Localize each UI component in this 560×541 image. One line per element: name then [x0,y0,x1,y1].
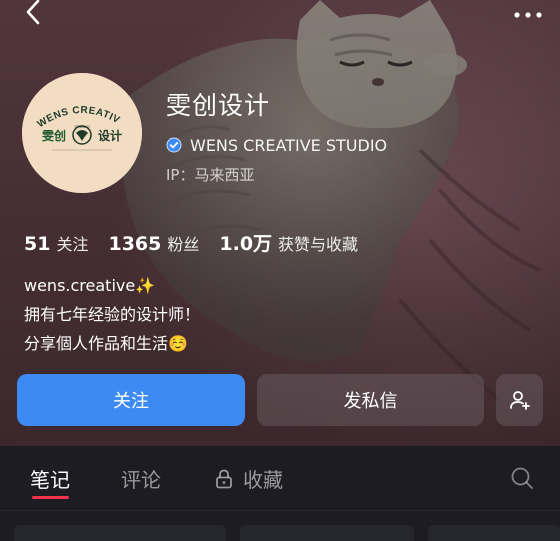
stat-value: 51 [24,233,51,255]
lock-icon [216,469,232,488]
bio-line: 拥有七年经验的设计师！ [24,305,201,324]
verified-row: WENS CREATIVE STUDIO [166,134,387,156]
tab-comments[interactable]: 评论 [121,464,161,493]
active-tab-indicator [32,496,69,499]
avatar[interactable]: WENS CREATIVE STUDIO 雯创 设计 [22,73,142,193]
stat-value: 1.0万 [219,233,273,255]
top-navigation [0,0,560,30]
tab-label: 评论 [121,468,161,492]
note-card[interactable] [428,525,560,541]
add-friend-button[interactable] [496,374,543,426]
stat-value: 1365 [108,233,162,255]
tab-label: 收藏 [243,468,283,492]
bio-line: wens.creative✨ [24,276,156,295]
stat-label: 获赞与收藏 [278,235,359,254]
back-button[interactable] [20,0,48,28]
add-friend-icon [509,391,530,410]
stat-label: 粉丝 [167,235,200,254]
note-card[interactable] [14,525,226,541]
tab-notes[interactable]: 笔记 [30,464,70,493]
note-card[interactable] [240,525,414,541]
ip-location: IP：马来西亚 [166,166,255,184]
tab-divider [0,510,560,511]
stat-label: 关注 [56,235,89,254]
more-dots-icon [514,12,542,18]
send-message-button[interactable]: 发私信 [257,374,484,426]
follow-button[interactable]: 关注 [17,374,245,426]
chevron-left-icon [26,0,40,25]
svg-text:雯创: 雯创 [41,128,66,143]
profile-bio: wens.creative✨ 拥有七年经验的设计师！ 分享個人作品和生活☺️ [24,271,200,358]
verified-badge-icon [166,137,182,153]
profile-name: 雯创设计 [166,91,271,120]
stats-row: 51 关注 1365 粉丝 1.0万 获赞与收藏 [24,229,378,256]
verified-studio-name: WENS CREATIVE STUDIO [190,135,388,155]
tab-label: 笔记 [30,468,70,492]
wens-creative-logo: WENS CREATIVE STUDIO 雯创 设计 [22,73,142,193]
search-button[interactable] [510,466,534,490]
bio-line: 分享個人作品和生活☺️ [24,334,188,353]
stat-followers[interactable]: 1365 粉丝 [108,231,199,255]
stat-following[interactable]: 51 关注 [24,231,88,255]
more-button[interactable] [512,6,544,18]
tab-collections[interactable]: 收藏 [215,464,283,493]
svg-text:设计: 设计 [98,128,122,143]
search-icon [511,467,533,489]
stat-likes-collections[interactable]: 1.0万 获赞与收藏 [219,229,358,256]
